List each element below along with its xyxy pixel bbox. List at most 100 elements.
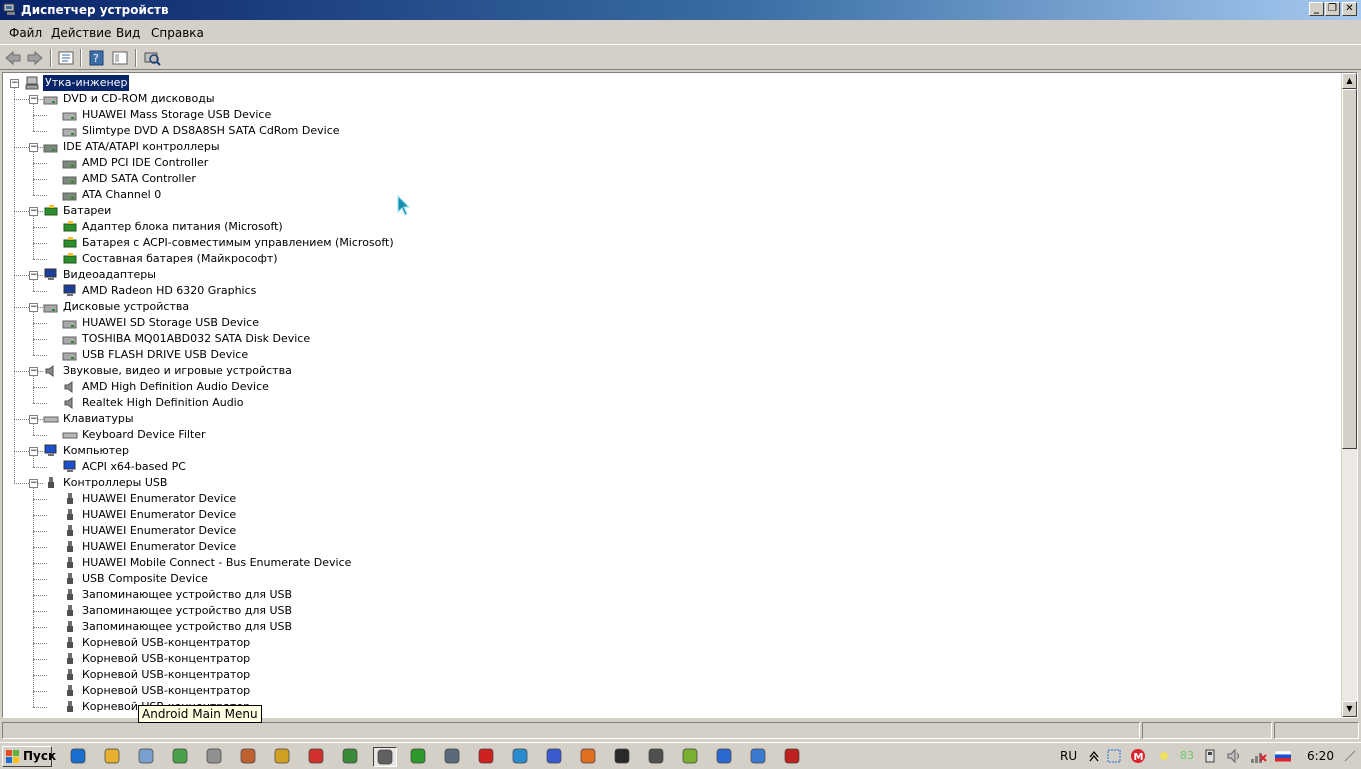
tree-device-item[interactable]: Keyboard Device Filter bbox=[3, 427, 503, 443]
tree-device-item[interactable]: Батарея с ACPI-совместимым управлением (… bbox=[3, 235, 503, 251]
tree-device-item[interactable]: AMD Radeon HD 6320 Graphics bbox=[3, 283, 503, 299]
tree-device-item[interactable]: Запоминающее устройство для USB bbox=[3, 587, 503, 603]
network-disconnected-icon[interactable] bbox=[1250, 747, 1268, 765]
tree-device-item[interactable]: AMD SATA Controller bbox=[3, 171, 503, 187]
scroll-down-button[interactable]: ▼ bbox=[1342, 701, 1357, 717]
tree-device-item[interactable]: HUAWEI Enumerator Device bbox=[3, 507, 503, 523]
taskbar-app-button[interactable] bbox=[67, 747, 91, 767]
tree-root[interactable]: − Утка-инженер bbox=[3, 75, 403, 91]
vertical-scrollbar[interactable]: ▲ ▼ bbox=[1341, 73, 1357, 717]
taskbar-app-button[interactable] bbox=[747, 747, 771, 767]
taskbar-app-button[interactable] bbox=[203, 747, 227, 767]
help-button[interactable]: ? bbox=[87, 49, 107, 67]
taskbar-app-button[interactable] bbox=[237, 747, 261, 767]
tree-device-item[interactable]: USB FLASH DRIVE USB Device bbox=[3, 347, 503, 363]
tree-device-item[interactable]: HUAWEI Mass Storage USB Device bbox=[3, 107, 503, 123]
collapse-toggle[interactable]: − bbox=[10, 79, 19, 88]
tree-device-item[interactable]: TOSHIBA MQ01ABD032 SATA Disk Device bbox=[3, 331, 503, 347]
collapse-toggle[interactable]: − bbox=[29, 207, 38, 216]
tree-device-item[interactable]: USB Composite Device bbox=[3, 571, 503, 587]
tray-sun-icon[interactable] bbox=[1156, 747, 1172, 765]
tree-device-item[interactable]: Корневой USB-концентратор bbox=[3, 667, 503, 683]
tree-category[interactable]: − Контроллеры USB bbox=[3, 475, 503, 491]
taskbar-app-button[interactable] bbox=[135, 747, 159, 767]
title-bar[interactable]: Диспетчер устройств _ ❐ ✕ bbox=[0, 0, 1361, 20]
taskbar-app-button[interactable] bbox=[475, 747, 499, 767]
menu-action[interactable]: Действие bbox=[51, 25, 111, 41]
taskbar-app-button[interactable] bbox=[611, 747, 635, 767]
tree-device-item[interactable]: ATA Channel 0 bbox=[3, 187, 503, 203]
device-tree[interactable]: ▲ ▼ − Утка-инженер − DVD и CD-ROM дисководы… bbox=[2, 72, 1358, 718]
taskbar-app-button[interactable] bbox=[509, 747, 533, 767]
tree-device-item[interactable]: Slimtype DVD A DS8A8SH SATA CdRom Device bbox=[3, 123, 503, 139]
close-button[interactable]: ✕ bbox=[1342, 2, 1357, 16]
tree-device-item[interactable]: Корневой USB-концентратор bbox=[3, 683, 503, 699]
tree-category[interactable]: − Батареи bbox=[3, 203, 503, 219]
tree-device-item[interactable]: HUAWEI Enumerator Device bbox=[3, 491, 503, 507]
taskbar-app-button[interactable] bbox=[441, 747, 465, 767]
collapse-toggle[interactable]: − bbox=[29, 95, 38, 104]
taskbar-app-button[interactable] bbox=[339, 747, 363, 767]
tree-category[interactable]: − Видеоадаптеры bbox=[3, 267, 503, 283]
tree-device-item[interactable]: Корневой USB-концентратор bbox=[3, 635, 503, 651]
tree-category[interactable]: − Звуковые, видео и игровые устройства bbox=[3, 363, 503, 379]
tree-device-item[interactable]: HUAWEI SD Storage USB Device bbox=[3, 315, 503, 331]
russian-flag-icon[interactable] bbox=[1274, 747, 1292, 765]
taskbar-app-button[interactable] bbox=[373, 747, 397, 767]
properties-button[interactable] bbox=[56, 49, 76, 67]
tree-device-item[interactable]: Запоминающее устройство для USB bbox=[3, 619, 503, 635]
collapse-toggle[interactable]: − bbox=[29, 303, 38, 312]
forward-button[interactable] bbox=[25, 49, 45, 67]
taskbar-app-button[interactable] bbox=[713, 747, 737, 767]
taskbar-app-button[interactable] bbox=[271, 747, 295, 767]
tree-device-item[interactable]: AMD High Definition Audio Device bbox=[3, 379, 503, 395]
taskbar-app-button[interactable] bbox=[169, 747, 193, 767]
tree-category[interactable]: − Клавиатуры bbox=[3, 411, 503, 427]
restore-button[interactable]: ❐ bbox=[1325, 2, 1340, 16]
taskbar-app-button[interactable] bbox=[305, 747, 329, 767]
scan-hardware-button[interactable] bbox=[142, 49, 162, 67]
mail-ru-agent-icon[interactable]: M bbox=[1130, 747, 1146, 765]
screenshot-tool-icon[interactable] bbox=[1106, 747, 1122, 765]
volume-icon[interactable] bbox=[1226, 747, 1242, 765]
tree-device-item[interactable]: Корневой USB-концентратор bbox=[3, 651, 503, 667]
tree-device-item[interactable]: Запоминающее устройство для USB bbox=[3, 603, 503, 619]
tree-category[interactable]: − Компьютер bbox=[3, 443, 503, 459]
scroll-thumb[interactable] bbox=[1342, 89, 1357, 449]
tree-device-item[interactable]: HUAWEI Enumerator Device bbox=[3, 523, 503, 539]
view-button[interactable] bbox=[110, 49, 130, 67]
tree-category[interactable]: − DVD и CD-ROM дисководы bbox=[3, 91, 503, 107]
back-button[interactable] bbox=[3, 49, 23, 67]
tree-device-item[interactable]: ACPI x64-based PC bbox=[3, 459, 503, 475]
taskbar-app-button[interactable] bbox=[577, 747, 601, 767]
menu-view[interactable]: Вид bbox=[116, 25, 140, 41]
taskbar-app-button[interactable] bbox=[543, 747, 567, 767]
taskbar-app-button[interactable] bbox=[645, 747, 669, 767]
collapse-toggle[interactable]: − bbox=[29, 447, 38, 456]
collapse-toggle[interactable]: − bbox=[29, 143, 38, 152]
taskbar-app-button[interactable] bbox=[407, 747, 431, 767]
taskbar-app-button[interactable] bbox=[679, 747, 703, 767]
taskbar-app-button[interactable] bbox=[101, 747, 125, 767]
tree-device-item[interactable]: AMD PCI IDE Controller bbox=[3, 155, 503, 171]
tree-category[interactable]: − Дисковые устройства bbox=[3, 299, 503, 315]
tree-device-item[interactable]: Адаптер блока питания (Microsoft) bbox=[3, 219, 503, 235]
tree-device-item[interactable]: Составная батарея (Майкрософт) bbox=[3, 251, 503, 267]
collapse-toggle[interactable]: − bbox=[29, 367, 38, 376]
minimize-button[interactable]: _ bbox=[1309, 2, 1324, 16]
tree-device-item[interactable]: HUAWEI Mobile Connect - Bus Enumerate De… bbox=[3, 555, 503, 571]
tree-device-item[interactable]: HUAWEI Enumerator Device bbox=[3, 539, 503, 555]
language-indicator[interactable]: RU bbox=[1060, 747, 1077, 765]
tree-device-item[interactable]: Realtek High Definition Audio bbox=[3, 395, 503, 411]
menu-file[interactable]: Файл bbox=[9, 25, 42, 41]
collapse-toggle[interactable]: − bbox=[29, 415, 38, 424]
show-hidden-icons-icon[interactable] bbox=[1088, 747, 1100, 765]
taskbar-app-button[interactable] bbox=[781, 747, 805, 767]
menu-help[interactable]: Справка bbox=[151, 25, 204, 41]
show-desktop-icon[interactable] bbox=[1342, 747, 1358, 765]
clock[interactable]: 6:20 bbox=[1307, 747, 1334, 765]
tree-category[interactable]: − IDE ATA/ATAPI контроллеры bbox=[3, 139, 503, 155]
safely-remove-hardware-icon[interactable] bbox=[1202, 747, 1218, 765]
scroll-up-button[interactable]: ▲ bbox=[1342, 73, 1357, 89]
collapse-toggle[interactable]: − bbox=[29, 479, 38, 488]
